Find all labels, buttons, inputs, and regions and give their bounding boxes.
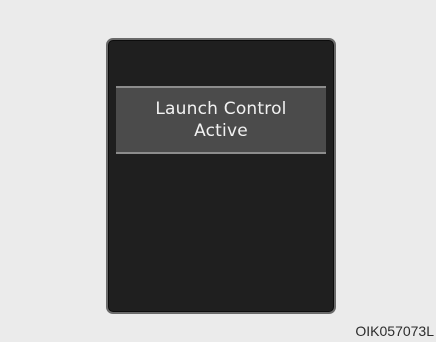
figure-code-label: OIK057073L [355,323,434,339]
cluster-display: Launch Control Active [106,38,336,314]
message-line-1: Launch Control [155,99,287,119]
launch-control-message-banner: Launch Control Active [116,86,326,154]
message-line-2: Active [194,121,248,141]
